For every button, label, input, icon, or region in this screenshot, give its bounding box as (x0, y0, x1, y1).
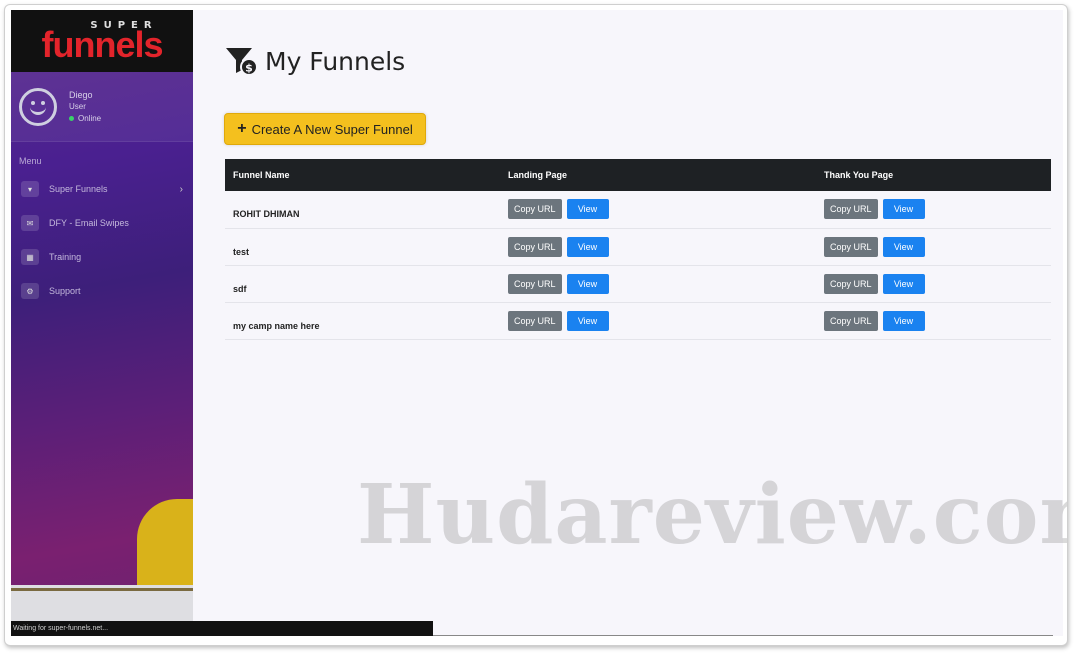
sidebar: SUPER funnels Diego User Online Menu ▾ S… (11, 10, 193, 625)
page-title: $ My Funnels (225, 46, 405, 76)
view-button[interactable]: View (882, 273, 925, 294)
copy-url-button[interactable]: Copy URL (824, 199, 878, 220)
menu-title: Menu (19, 156, 42, 166)
sidebar-item-super-funnels[interactable]: ▾ Super Funnels › (11, 172, 193, 206)
sidebar-item-label: Support (49, 286, 81, 296)
funnel-dollar-icon: $ (226, 48, 257, 76)
create-funnel-button[interactable]: + Create A New Super Funnel (224, 113, 426, 145)
copy-url-button[interactable]: Copy URL (508, 199, 562, 220)
support-icon: ⚙ (21, 283, 39, 299)
plus-icon: + (237, 120, 247, 137)
funnel-name: ROHIT DHIMAN (225, 191, 500, 229)
page-title-text: My Funnels (265, 46, 406, 76)
copy-url-button[interactable]: Copy URL (508, 310, 562, 331)
browser-status-bar: Waiting for super-funnels.net... (11, 621, 433, 636)
screenshot-frame: SUPER funnels Diego User Online Menu ▾ S… (4, 4, 1068, 646)
funnel-name: sdf (225, 265, 500, 303)
brand-funnels: funnels (41, 23, 163, 65)
brand-logo[interactable]: SUPER funnels (11, 10, 193, 72)
user-status: Online (78, 113, 102, 123)
view-button[interactable]: View (566, 310, 609, 331)
view-button[interactable]: View (566, 199, 609, 220)
sidebar-item-training[interactable]: ▦ Training (11, 240, 193, 274)
watermark-text: Hudareview.com (357, 467, 1068, 563)
funnel-name: test (225, 228, 500, 266)
view-button[interactable]: View (882, 199, 925, 220)
table-row: my camp name here Copy URL View Copy URL V… (225, 302, 1051, 340)
table-row: test Copy URL View Copy URL View (225, 228, 1051, 266)
email-icon: ✉ (21, 215, 39, 231)
copy-url-button[interactable]: Copy URL (824, 273, 878, 294)
copy-url-button[interactable]: Copy URL (508, 236, 562, 257)
copy-url-button[interactable]: Copy URL (508, 273, 562, 294)
sidebar-item-support[interactable]: ⚙ Support (11, 274, 193, 308)
view-button[interactable]: View (882, 310, 925, 331)
header-landing-page: Landing Page (508, 170, 568, 180)
header-funnel-name: Funnel Name (233, 170, 290, 180)
sidebar-item-label: DFY - Email Swipes (49, 218, 129, 228)
create-funnel-label: Create A New Super Funnel (251, 121, 413, 137)
copy-url-button[interactable]: Copy URL (824, 236, 878, 257)
view-button[interactable]: View (882, 236, 925, 257)
online-dot-icon (69, 116, 74, 121)
user-name: Diego (69, 89, 93, 100)
svg-text:$: $ (245, 62, 253, 75)
table-row: ROHIT DHIMAN Copy URL View Copy URL View (225, 191, 1051, 229)
funnel-icon: ▾ (21, 181, 39, 197)
chevron-right-icon: › (179, 183, 183, 195)
view-button[interactable]: View (566, 273, 609, 294)
decorative-band (11, 585, 193, 625)
avatar (19, 87, 57, 126)
view-button[interactable]: View (566, 236, 609, 257)
sidebar-item-label: Training (49, 252, 82, 262)
copy-url-button[interactable]: Copy URL (824, 310, 878, 331)
sidebar-item-label: Super Funnels (49, 184, 108, 194)
funnels-table: Funnel Name Landing Page Thank You Page … (225, 159, 1051, 340)
chart-icon: ▦ (21, 249, 39, 265)
header-thank-you-page: Thank You Page (824, 170, 894, 180)
user-role: User (69, 101, 86, 111)
sidebar-item-email-swipes[interactable]: ✉ DFY - Email Swipes (11, 206, 193, 240)
table-row: sdf Copy URL View Copy URL View (225, 265, 1051, 303)
table-header-row: Funnel Name Landing Page Thank You Page (225, 159, 1051, 191)
decorative-shape (137, 499, 193, 589)
user-panel: Diego User Online (11, 72, 193, 142)
funnel-name: my camp name here (225, 302, 500, 340)
